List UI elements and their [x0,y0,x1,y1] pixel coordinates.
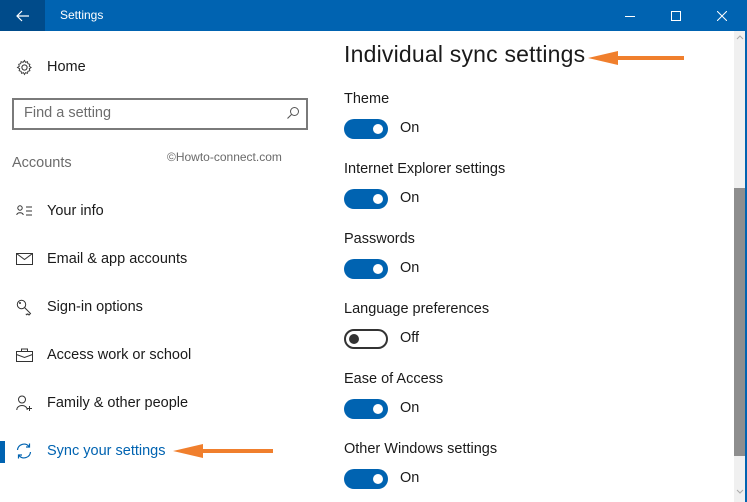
setting-language-preferences: Language preferences Off [344,301,644,361]
chevron-down-icon [736,489,743,494]
setting-passwords: Passwords On [344,231,644,291]
annotation-arrow [588,51,684,65]
back-button[interactable] [0,0,45,31]
toggle-state: On [400,260,420,276]
sidebar-item-label: Your info [47,203,104,219]
sidebar-item-home[interactable]: Home [0,47,320,87]
sidebar-item-sign-in-options[interactable]: Sign-in options [0,287,320,327]
toggle-knob [373,124,383,134]
setting-label: Other Windows settings [344,441,498,457]
maximize-icon [671,10,681,21]
chevron-up-icon [736,35,743,40]
gear-icon [14,57,34,77]
person-list-icon [14,201,34,221]
search-input[interactable] [24,105,274,121]
setting-internet-explorer: Internet Explorer settings On [344,161,644,221]
sidebar-item-label: Email & app accounts [47,251,188,267]
sidebar-item-label: Sync your settings [47,443,166,459]
active-indicator [0,441,5,463]
close-icon [717,10,727,21]
sidebar: Home Accounts ©Howto-connect.com Your in… [0,31,330,502]
close-button[interactable] [699,0,745,31]
sidebar-item-label: Family & other people [47,395,189,411]
page-title: Individual sync settings [344,41,586,67]
sidebar-item-label: Sign-in options [47,299,143,315]
setting-ease-of-access: Ease of Access On [344,371,644,431]
sidebar-item-access-work-or-school[interactable]: Access work or school [0,335,320,375]
internet-explorer-toggle[interactable] [344,189,388,209]
sidebar-item-email-app-accounts[interactable]: Email & app accounts [0,239,320,279]
title-bar: Settings [0,0,747,31]
language-preferences-toggle[interactable] [344,329,388,349]
toggle-knob [373,194,383,204]
setting-label: Language preferences [344,301,490,317]
annotation-arrow [173,444,273,458]
toggle-knob [373,404,383,414]
setting-other-windows: Other Windows settings On [344,441,644,501]
sidebar-item-label: Access work or school [47,347,192,363]
sync-icon [14,441,34,461]
ease-of-access-toggle[interactable] [344,399,388,419]
watermark: ©Howto-connect.com [167,150,282,164]
scroll-down-button[interactable] [734,489,745,499]
toggle-knob [349,334,359,344]
search-icon[interactable] [286,106,300,125]
window-title: Settings [60,8,104,22]
theme-toggle[interactable] [344,119,388,139]
briefcase-icon [14,345,34,365]
setting-label: Ease of Access [344,371,444,387]
home-label: Home [47,59,86,75]
main-content: Individual sync settings Theme On Intern… [330,31,734,502]
key-icon [14,297,34,317]
scroll-thumb[interactable] [734,188,745,456]
minimize-button[interactable] [607,0,653,31]
envelope-icon [14,249,34,269]
search-box[interactable] [12,98,308,130]
toggle-state: On [400,400,420,416]
setting-theme: Theme On [344,91,644,151]
toggle-state: On [400,470,420,486]
scrollbar[interactable] [734,31,745,502]
back-arrow-icon [15,10,29,21]
toggle-knob [373,474,383,484]
toggle-state: On [400,190,420,206]
scroll-up-button[interactable] [734,34,745,44]
setting-label: Internet Explorer settings [344,161,506,177]
passwords-toggle[interactable] [344,259,388,279]
toggle-knob [373,264,383,274]
minimize-icon [625,15,635,17]
maximize-button[interactable] [653,0,699,31]
other-windows-toggle[interactable] [344,469,388,489]
setting-label: Theme [344,91,390,107]
section-label-accounts: Accounts [12,155,72,171]
toggle-state: Off [400,330,420,346]
setting-label: Passwords [344,231,415,247]
sidebar-item-family-other-people[interactable]: Family & other people [0,383,320,423]
sidebar-item-your-info[interactable]: Your info [0,191,320,231]
toggle-state: On [400,120,420,136]
person-add-icon [14,393,34,413]
